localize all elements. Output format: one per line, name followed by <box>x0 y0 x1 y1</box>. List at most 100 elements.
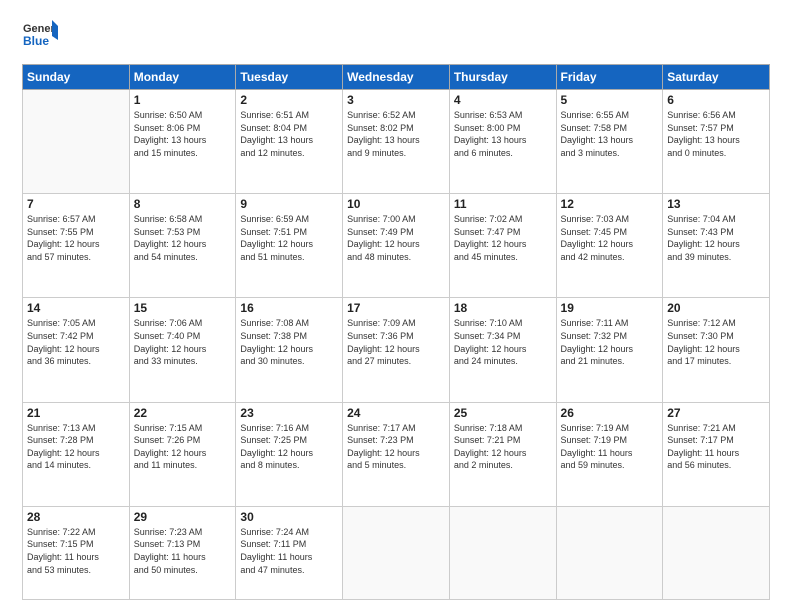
weekday-wednesday: Wednesday <box>343 65 450 90</box>
day-cell: 5 Sunrise: 6:55 AM Sunset: 7:58 PM Daylig… <box>556 90 663 194</box>
day-number: 11 <box>454 197 552 211</box>
week-row-5: 28Sunrise: 7:22 AM Sunset: 7:15 PM Dayli… <box>23 506 770 599</box>
day-number: 1 <box>134 93 232 107</box>
day-cell: 24 Sunrise: 7:17 AM Sunset: 7:23 PM Dayli… <box>343 402 450 506</box>
day-info: Sunrise: 7:13 AM Sunset: 7:28 PM Dayligh… <box>27 422 125 472</box>
day-number: 5 <box>561 93 659 107</box>
day-cell: 10 Sunrise: 7:00 AM Sunset: 7:49 PM Dayli… <box>343 194 450 298</box>
day-cell: 11 Sunrise: 7:02 AM Sunset: 7:47 PM Dayli… <box>449 194 556 298</box>
day-cell: 3 Sunrise: 6:52 AM Sunset: 8:02 PM Daylig… <box>343 90 450 194</box>
day-number: 3 <box>347 93 445 107</box>
day-number: 16 <box>240 301 338 315</box>
day-cell: 18Sunrise: 7:10 AM Sunset: 7:34 PM Dayli… <box>449 298 556 402</box>
day-number: 21 <box>27 406 125 420</box>
day-cell: 16 Sunrise: 7:08 AM Sunset: 7:38 PM Dayli… <box>236 298 343 402</box>
day-number: 19 <box>561 301 659 315</box>
day-info: Sunrise: 7:15 AM Sunset: 7:26 PM Dayligh… <box>134 422 232 472</box>
day-info: Sunrise: 7:21 AM Sunset: 7:17 PM Dayligh… <box>667 422 765 472</box>
day-cell: 26 Sunrise: 7:19 AM Sunset: 7:19 PM Dayli… <box>556 402 663 506</box>
day-number: 26 <box>561 406 659 420</box>
day-info: Sunrise: 7:12 AM Sunset: 7:30 PM Dayligh… <box>667 317 765 367</box>
day-cell: 28Sunrise: 7:22 AM Sunset: 7:15 PM Dayli… <box>23 506 130 599</box>
day-info: Sunrise: 6:56 AM Sunset: 7:57 PM Dayligh… <box>667 109 765 159</box>
day-number: 20 <box>667 301 765 315</box>
day-cell: 4Sunrise: 6:53 AM Sunset: 8:00 PM Daylig… <box>449 90 556 194</box>
day-cell <box>556 506 663 599</box>
day-info: Sunrise: 7:11 AM Sunset: 7:32 PM Dayligh… <box>561 317 659 367</box>
day-number: 24 <box>347 406 445 420</box>
day-info: Sunrise: 7:23 AM Sunset: 7:13 PM Dayligh… <box>134 526 232 576</box>
day-number: 14 <box>27 301 125 315</box>
day-cell: 21 Sunrise: 7:13 AM Sunset: 7:28 PM Dayli… <box>23 402 130 506</box>
day-info: Sunrise: 7:06 AM Sunset: 7:40 PM Dayligh… <box>134 317 232 367</box>
day-cell: 22 Sunrise: 7:15 AM Sunset: 7:26 PM Dayli… <box>129 402 236 506</box>
day-info: Sunrise: 7:00 AM Sunset: 7:49 PM Dayligh… <box>347 213 445 263</box>
day-info: Sunrise: 7:17 AM Sunset: 7:23 PM Dayligh… <box>347 422 445 472</box>
day-cell <box>343 506 450 599</box>
day-cell: 17Sunrise: 7:09 AM Sunset: 7:36 PM Dayli… <box>343 298 450 402</box>
day-number: 12 <box>561 197 659 211</box>
day-info: Sunrise: 6:52 AM Sunset: 8:02 PM Dayligh… <box>347 109 445 159</box>
weekday-thursday: Thursday <box>449 65 556 90</box>
day-info: Sunrise: 6:50 AM Sunset: 8:06 PM Dayligh… <box>134 109 232 159</box>
day-number: 13 <box>667 197 765 211</box>
logo: General Blue <box>22 18 58 54</box>
day-number: 23 <box>240 406 338 420</box>
day-number: 2 <box>240 93 338 107</box>
day-cell: 6 Sunrise: 6:56 AM Sunset: 7:57 PM Daylig… <box>663 90 770 194</box>
day-info: Sunrise: 7:02 AM Sunset: 7:47 PM Dayligh… <box>454 213 552 263</box>
day-info: Sunrise: 6:51 AM Sunset: 8:04 PM Dayligh… <box>240 109 338 159</box>
day-cell: 14 Sunrise: 7:05 AM Sunset: 7:42 PM Dayli… <box>23 298 130 402</box>
day-info: Sunrise: 6:59 AM Sunset: 7:51 PM Dayligh… <box>240 213 338 263</box>
header: General Blue <box>22 18 770 54</box>
day-info: Sunrise: 7:19 AM Sunset: 7:19 PM Dayligh… <box>561 422 659 472</box>
week-row-3: 14 Sunrise: 7:05 AM Sunset: 7:42 PM Dayli… <box>23 298 770 402</box>
day-number: 8 <box>134 197 232 211</box>
logo-svg: General Blue <box>22 18 58 54</box>
weekday-tuesday: Tuesday <box>236 65 343 90</box>
svg-text:Blue: Blue <box>23 34 49 48</box>
day-number: 9 <box>240 197 338 211</box>
day-cell: 2 Sunrise: 6:51 AM Sunset: 8:04 PM Daylig… <box>236 90 343 194</box>
weekday-friday: Friday <box>556 65 663 90</box>
week-row-4: 21 Sunrise: 7:13 AM Sunset: 7:28 PM Dayli… <box>23 402 770 506</box>
day-number: 22 <box>134 406 232 420</box>
day-cell: 12 Sunrise: 7:03 AM Sunset: 7:45 PM Dayli… <box>556 194 663 298</box>
day-cell: 27 Sunrise: 7:21 AM Sunset: 7:17 PM Dayli… <box>663 402 770 506</box>
weekday-header-row: SundayMondayTuesdayWednesdayThursdayFrid… <box>23 65 770 90</box>
weekday-monday: Monday <box>129 65 236 90</box>
day-info: Sunrise: 6:57 AM Sunset: 7:55 PM Dayligh… <box>27 213 125 263</box>
day-cell: 13Sunrise: 7:04 AM Sunset: 7:43 PM Dayli… <box>663 194 770 298</box>
day-info: Sunrise: 6:58 AM Sunset: 7:53 PM Dayligh… <box>134 213 232 263</box>
day-info: Sunrise: 7:09 AM Sunset: 7:36 PM Dayligh… <box>347 317 445 367</box>
day-cell: 9 Sunrise: 6:59 AM Sunset: 7:51 PM Daylig… <box>236 194 343 298</box>
day-number: 10 <box>347 197 445 211</box>
day-number: 7 <box>27 197 125 211</box>
day-info: Sunrise: 7:08 AM Sunset: 7:38 PM Dayligh… <box>240 317 338 367</box>
day-cell: 19 Sunrise: 7:11 AM Sunset: 7:32 PM Dayli… <box>556 298 663 402</box>
day-info: Sunrise: 6:55 AM Sunset: 7:58 PM Dayligh… <box>561 109 659 159</box>
day-info: Sunrise: 7:16 AM Sunset: 7:25 PM Dayligh… <box>240 422 338 472</box>
day-cell <box>449 506 556 599</box>
day-info: Sunrise: 7:03 AM Sunset: 7:45 PM Dayligh… <box>561 213 659 263</box>
day-info: Sunrise: 7:22 AM Sunset: 7:15 PM Dayligh… <box>27 526 125 576</box>
day-number: 25 <box>454 406 552 420</box>
day-cell: 1 Sunrise: 6:50 AM Sunset: 8:06 PM Daylig… <box>129 90 236 194</box>
day-number: 6 <box>667 93 765 107</box>
day-info: Sunrise: 7:24 AM Sunset: 7:11 PM Dayligh… <box>240 526 338 576</box>
day-number: 29 <box>134 510 232 524</box>
week-row-1: 1 Sunrise: 6:50 AM Sunset: 8:06 PM Daylig… <box>23 90 770 194</box>
day-number: 27 <box>667 406 765 420</box>
day-cell: 23 Sunrise: 7:16 AM Sunset: 7:25 PM Dayli… <box>236 402 343 506</box>
day-cell <box>663 506 770 599</box>
day-info: Sunrise: 7:05 AM Sunset: 7:42 PM Dayligh… <box>27 317 125 367</box>
day-cell: 30 Sunrise: 7:24 AM Sunset: 7:11 PM Dayli… <box>236 506 343 599</box>
day-number: 30 <box>240 510 338 524</box>
day-cell: 20 Sunrise: 7:12 AM Sunset: 7:30 PM Dayli… <box>663 298 770 402</box>
calendar-table: SundayMondayTuesdayWednesdayThursdayFrid… <box>22 64 770 600</box>
day-cell: 7 Sunrise: 6:57 AM Sunset: 7:55 PM Daylig… <box>23 194 130 298</box>
day-number: 15 <box>134 301 232 315</box>
week-row-2: 7 Sunrise: 6:57 AM Sunset: 7:55 PM Daylig… <box>23 194 770 298</box>
day-cell: 8 Sunrise: 6:58 AM Sunset: 7:53 PM Daylig… <box>129 194 236 298</box>
weekday-sunday: Sunday <box>23 65 130 90</box>
